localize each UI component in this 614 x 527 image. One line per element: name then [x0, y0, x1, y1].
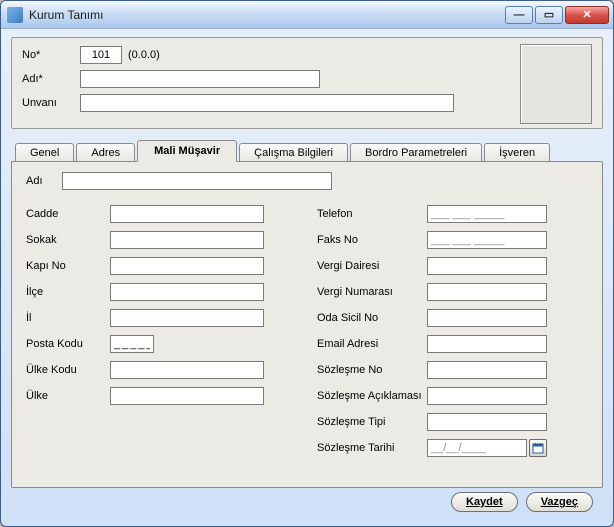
- odasicil-label: Oda Sicil No: [317, 312, 427, 324]
- cadde-input[interactable]: [110, 205, 264, 223]
- sozlesmetipi-input[interactable]: [427, 413, 547, 431]
- tabs: Genel Adres Mali Müşavir Çalışma Bilgile…: [11, 139, 603, 488]
- maximize-button[interactable]: ▭: [535, 6, 563, 24]
- tab-isveren[interactable]: İşveren: [484, 143, 550, 162]
- close-button[interactable]: ✕: [565, 6, 609, 24]
- ulkekodu-input[interactable]: [110, 361, 264, 379]
- ulkekodu-label: Ülke Kodu: [26, 364, 110, 376]
- mali-adi-label: Adı: [26, 175, 62, 187]
- adi-label: Adı*: [22, 73, 80, 85]
- telefon-input[interactable]: [427, 205, 547, 223]
- vergidairesi-label: Vergi Dairesi: [317, 260, 427, 272]
- sokak-label: Sokak: [26, 234, 110, 246]
- window-title: Kurum Tanımı: [29, 8, 505, 22]
- sozlesmeacik-label: Sözleşme Açıklaması: [317, 390, 427, 402]
- sozlesmeacik-input[interactable]: [427, 387, 547, 405]
- minimize-button[interactable]: —: [505, 6, 533, 24]
- left-column: Cadde Sokak Kapı No İlçe İl Posta Kodu Ü…: [26, 204, 297, 464]
- tab-mali-musavir[interactable]: Mali Müşavir: [137, 140, 237, 162]
- email-input[interactable]: [427, 335, 547, 353]
- footer: Kaydet Vazgeç: [11, 488, 603, 520]
- unvani-label: Unvanı: [22, 97, 80, 109]
- header-panel: No* (0.0.0) Adı* Unvanı: [11, 37, 603, 129]
- ilce-input[interactable]: [110, 283, 264, 301]
- ulke-input[interactable]: [110, 387, 264, 405]
- odasicil-input[interactable]: [427, 309, 547, 327]
- unvani-input[interactable]: [80, 94, 454, 112]
- faks-label: Faks No: [317, 234, 427, 246]
- kapino-input[interactable]: [110, 257, 264, 275]
- no-suffix: (0.0.0): [128, 49, 160, 61]
- calendar-icon: [532, 442, 544, 454]
- tab-bordro-parametreleri[interactable]: Bordro Parametreleri: [350, 143, 482, 162]
- right-column: Telefon Faks No Vergi Dairesi Vergi Numa…: [317, 204, 588, 464]
- verginumarasi-input[interactable]: [427, 283, 547, 301]
- no-label: No*: [22, 49, 80, 61]
- app-icon: [7, 7, 23, 23]
- postakodu-input[interactable]: [110, 335, 154, 353]
- postakodu-label: Posta Kodu: [26, 338, 110, 350]
- sokak-input[interactable]: [110, 231, 264, 249]
- tab-calisma-bilgileri[interactable]: Çalışma Bilgileri: [239, 143, 348, 162]
- tab-adres[interactable]: Adres: [76, 143, 135, 162]
- kapino-label: Kapı No: [26, 260, 110, 272]
- faks-input[interactable]: [427, 231, 547, 249]
- sozlesmetarihi-label: Sözleşme Tarihi: [317, 442, 427, 454]
- ilce-label: İlçe: [26, 286, 110, 298]
- save-button[interactable]: Kaydet: [451, 492, 518, 512]
- cadde-label: Cadde: [26, 208, 110, 220]
- window-buttons: — ▭ ✕: [505, 6, 609, 24]
- content-area: No* (0.0.0) Adı* Unvanı Genel Adres Mali…: [1, 29, 613, 526]
- tabstrip: Genel Adres Mali Müşavir Çalışma Bilgile…: [11, 139, 603, 161]
- tab-genel[interactable]: Genel: [15, 143, 74, 162]
- sozlesmeno-input[interactable]: [427, 361, 547, 379]
- sozlesmeno-label: Sözleşme No: [317, 364, 427, 376]
- cancel-button[interactable]: Vazgeç: [526, 492, 593, 512]
- window: Kurum Tanımı — ▭ ✕ No* (0.0.0) Adı* Unva…: [0, 0, 614, 527]
- ulke-label: Ülke: [26, 390, 110, 402]
- adi-input[interactable]: [80, 70, 320, 88]
- sozlesmetarihi-input[interactable]: [427, 439, 527, 457]
- mali-adi-input[interactable]: [62, 172, 332, 190]
- photo-placeholder[interactable]: [520, 44, 592, 124]
- il-label: İl: [26, 312, 110, 324]
- vergidairesi-input[interactable]: [427, 257, 547, 275]
- tab-panel-mali: Adı Cadde Sokak Kapı No İlçe İl Posta Ko…: [11, 161, 603, 488]
- email-label: Email Adresi: [317, 338, 427, 350]
- verginumarasi-label: Vergi Numarası: [317, 286, 427, 298]
- sozlesmetipi-label: Sözleşme Tipi: [317, 416, 427, 428]
- calendar-button[interactable]: [529, 439, 547, 457]
- telefon-label: Telefon: [317, 208, 427, 220]
- no-input[interactable]: [80, 46, 122, 64]
- titlebar: Kurum Tanımı — ▭ ✕: [1, 1, 613, 29]
- il-input[interactable]: [110, 309, 264, 327]
